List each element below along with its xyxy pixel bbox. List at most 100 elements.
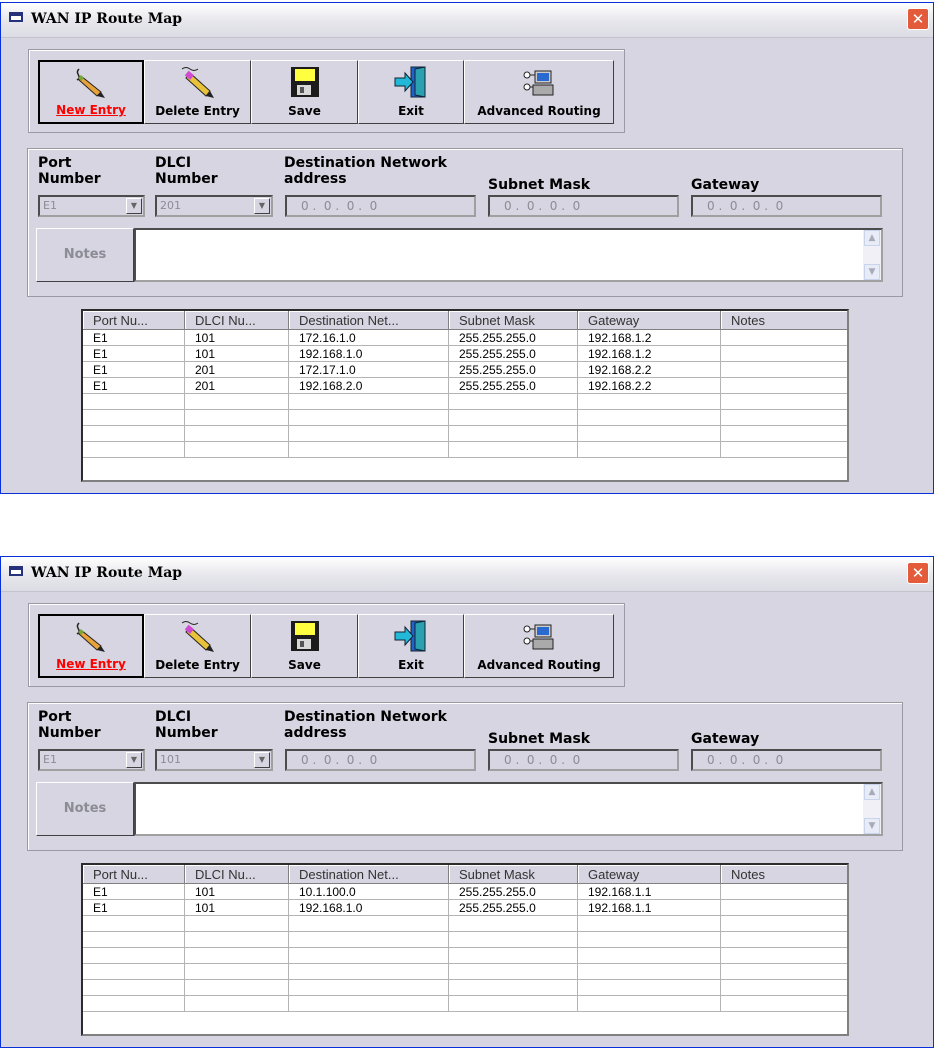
table-cell[interactable]: 192.168.1.0 — [289, 346, 449, 362]
delete-entry-button[interactable]: Delete Entry — [144, 614, 251, 678]
notes-scrollbar[interactable]: ▲ ▼ — [863, 784, 881, 834]
table-cell[interactable] — [721, 426, 847, 442]
table-cell[interactable]: 192.168.2.2 — [578, 378, 721, 394]
column-header[interactable]: Destination Net... — [289, 865, 449, 884]
column-header[interactable]: Gateway — [578, 865, 721, 884]
table-cell[interactable] — [449, 932, 578, 948]
title-bar[interactable]: WAN IP Route Map ✕ — [1, 557, 933, 592]
scroll-down-icon[interactable]: ▼ — [864, 818, 880, 834]
exit-button[interactable]: Exit — [358, 60, 464, 124]
table-cell[interactable] — [721, 346, 847, 362]
table-cell[interactable] — [83, 916, 185, 932]
table-cell[interactable] — [83, 426, 185, 442]
table-cell[interactable] — [185, 410, 289, 426]
table-cell[interactable]: 192.168.2.0 — [289, 378, 449, 394]
save-button[interactable]: Save — [251, 60, 358, 124]
close-icon[interactable]: ✕ — [907, 562, 929, 584]
exit-button[interactable]: Exit — [358, 614, 464, 678]
table-cell[interactable] — [721, 362, 847, 378]
table-cell[interactable]: 101 — [185, 900, 289, 916]
table-cell[interactable]: 201 — [185, 378, 289, 394]
notes-button[interactable]: Notes — [36, 782, 134, 836]
destination-network-input[interactable]: 0 . 0 . 0 . 0 — [285, 749, 476, 771]
table-cell[interactable] — [721, 884, 847, 900]
column-header[interactable]: Notes — [721, 865, 847, 884]
table-row[interactable]: E1 101 10.1.100.0 255.255.255.0 192.168.1.1 — [83, 884, 847, 900]
advanced-routing-button[interactable]: Advanced Routing — [464, 614, 614, 678]
table-cell[interactable] — [721, 964, 847, 980]
table-row[interactable] — [83, 996, 847, 1012]
table-cell[interactable] — [185, 980, 289, 996]
table-row[interactable] — [83, 932, 847, 948]
table-row[interactable] — [83, 964, 847, 980]
notes-textarea[interactable]: ▲ ▼ — [134, 228, 883, 282]
scroll-up-icon[interactable]: ▲ — [864, 230, 880, 246]
table-cell[interactable]: 172.16.1.0 — [289, 330, 449, 346]
dlci-number-combo[interactable]: 201 ▼ — [155, 195, 273, 217]
column-header[interactable]: Port Nu... — [83, 865, 185, 884]
table-cell[interactable] — [578, 996, 721, 1012]
table-cell[interactable] — [578, 442, 721, 458]
table-cell[interactable] — [185, 916, 289, 932]
routes-grid[interactable]: Port Nu... DLCI Nu... Destination Net... Su… — [81, 863, 849, 1036]
column-header[interactable]: DLCI Nu... — [185, 865, 289, 884]
table-cell[interactable] — [289, 410, 449, 426]
table-cell[interactable] — [721, 330, 847, 346]
table-cell[interactable] — [289, 394, 449, 410]
table-cell[interactable] — [449, 394, 578, 410]
table-cell[interactable] — [578, 916, 721, 932]
table-cell[interactable] — [83, 996, 185, 1012]
table-cell[interactable]: 10.1.100.0 — [289, 884, 449, 900]
table-cell[interactable] — [185, 426, 289, 442]
save-button[interactable]: Save — [251, 614, 358, 678]
table-cell[interactable]: 255.255.255.0 — [449, 362, 578, 378]
table-cell[interactable] — [449, 948, 578, 964]
table-cell[interactable] — [83, 948, 185, 964]
table-cell[interactable] — [578, 410, 721, 426]
chevron-down-icon[interactable]: ▼ — [254, 752, 270, 768]
table-cell[interactable] — [289, 980, 449, 996]
table-cell[interactable] — [721, 980, 847, 996]
table-row[interactable] — [83, 394, 847, 410]
table-cell[interactable]: 201 — [185, 362, 289, 378]
chevron-down-icon[interactable]: ▼ — [126, 198, 142, 214]
table-cell[interactable] — [578, 980, 721, 996]
gateway-input[interactable]: 0 . 0 . 0 . 0 — [691, 749, 882, 771]
table-cell[interactable] — [289, 916, 449, 932]
table-cell[interactable]: 101 — [185, 346, 289, 362]
table-cell[interactable] — [721, 900, 847, 916]
table-cell[interactable] — [449, 964, 578, 980]
subnet-mask-input[interactable]: 0 . 0 . 0 . 0 — [488, 195, 679, 217]
table-cell[interactable] — [721, 996, 847, 1012]
table-cell[interactable]: 101 — [185, 884, 289, 900]
table-row[interactable]: E1 101 172.16.1.0 255.255.255.0 192.168.1.2 — [83, 330, 847, 346]
table-cell[interactable]: 255.255.255.0 — [449, 378, 578, 394]
column-header[interactable]: DLCI Nu... — [185, 311, 289, 330]
column-header[interactable]: Subnet Mask — [449, 865, 578, 884]
column-header[interactable]: Gateway — [578, 311, 721, 330]
table-row[interactable]: E1 201 192.168.2.0 255.255.255.0 192.168.2.2 — [83, 378, 847, 394]
table-cell[interactable]: 255.255.255.0 — [449, 900, 578, 916]
column-header[interactable]: Subnet Mask — [449, 311, 578, 330]
table-cell[interactable] — [83, 410, 185, 426]
table-cell[interactable] — [578, 932, 721, 948]
table-row[interactable] — [83, 426, 847, 442]
table-row[interactable] — [83, 442, 847, 458]
table-cell[interactable] — [721, 394, 847, 410]
table-cell[interactable] — [289, 996, 449, 1012]
dlci-number-combo[interactable]: 101 ▼ — [155, 749, 273, 771]
table-cell[interactable] — [289, 442, 449, 458]
table-cell[interactable]: 255.255.255.0 — [449, 330, 578, 346]
delete-entry-button[interactable]: Delete Entry — [144, 60, 251, 124]
scroll-up-icon[interactable]: ▲ — [864, 784, 880, 800]
table-cell[interactable] — [449, 410, 578, 426]
notes-scrollbar[interactable]: ▲ ▼ — [863, 230, 881, 280]
close-icon[interactable]: ✕ — [907, 8, 929, 30]
table-cell[interactable] — [721, 948, 847, 964]
table-row[interactable] — [83, 980, 847, 996]
table-row[interactable] — [83, 916, 847, 932]
table-cell[interactable] — [185, 394, 289, 410]
table-cell[interactable] — [578, 394, 721, 410]
port-number-combo[interactable]: E1 ▼ — [38, 195, 145, 217]
chevron-down-icon[interactable]: ▼ — [126, 752, 142, 768]
